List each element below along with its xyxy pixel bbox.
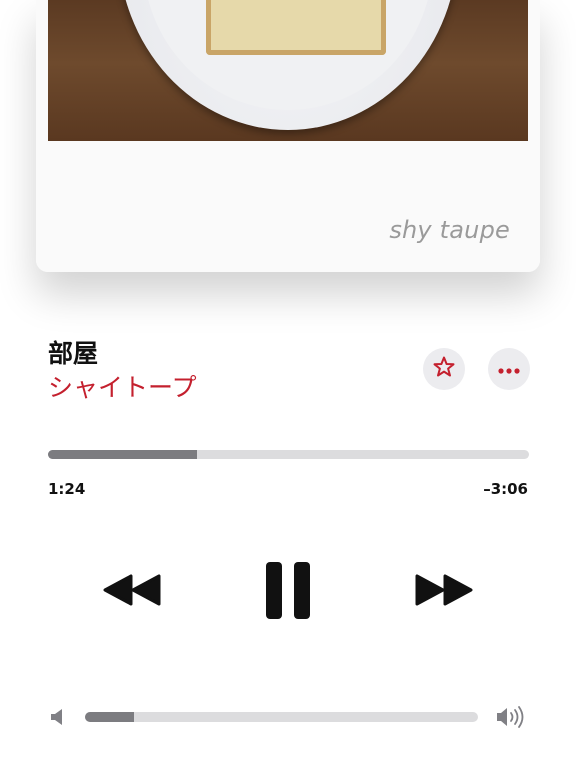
fast-forward-icon <box>414 574 474 612</box>
toast <box>206 0 386 55</box>
ellipsis-icon <box>497 360 521 379</box>
volume-fill <box>85 712 135 722</box>
remaining-time: –3:06 <box>483 480 528 498</box>
elapsed-time: 1:24 <box>48 480 86 498</box>
fast-forward-button[interactable] <box>414 572 474 612</box>
star-icon <box>432 355 456 383</box>
pause-button[interactable] <box>265 561 311 624</box>
track-artist[interactable]: シャイトープ <box>48 368 197 404</box>
album-caption: shy taupe <box>389 216 510 244</box>
volume-slider[interactable] <box>85 712 478 722</box>
rewind-icon <box>102 574 162 612</box>
more-options-button[interactable] <box>488 348 530 390</box>
playback-scrubber[interactable] <box>48 450 529 459</box>
pause-icon <box>265 562 311 624</box>
favorite-button[interactable] <box>423 348 465 390</box>
track-title: 部屋 <box>48 339 99 368</box>
album-photo <box>48 0 528 141</box>
playback-progress-fill <box>48 450 198 459</box>
album-artwork-card[interactable]: shy taupe <box>36 0 540 272</box>
speaker-low-icon <box>50 708 66 730</box>
rewind-button[interactable] <box>102 572 162 612</box>
speaker-high-icon <box>496 706 526 732</box>
